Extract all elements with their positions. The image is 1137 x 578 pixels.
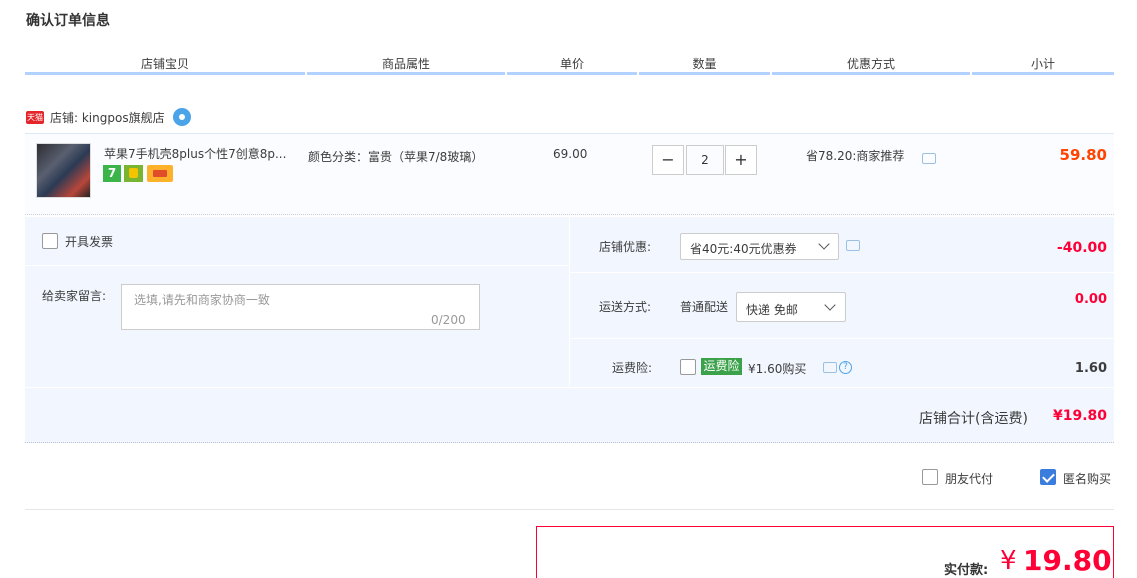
friend-pay-label[interactable]: 朋友代付	[945, 470, 993, 487]
shop-coupon-value: 省40元:40元优惠券	[690, 242, 797, 256]
shop-total-label: 店铺合计(含运费)	[919, 411, 1028, 427]
header-underline	[507, 72, 637, 75]
invoice-label[interactable]: 开具发票	[65, 233, 113, 250]
divider	[569, 338, 1114, 339]
anonymous-purchase-label[interactable]: 匿名购买	[1063, 470, 1111, 487]
divider	[569, 272, 1114, 273]
header-underline	[972, 72, 1114, 75]
credit-card-icon	[147, 165, 173, 182]
shipping-insurance-checkbox[interactable]	[680, 359, 696, 375]
divider	[25, 509, 1114, 510]
seller-note-counter: 0/200	[431, 313, 466, 327]
shipping-insurance-amount: 1.60	[1074, 361, 1107, 376]
unit-price: 69.00	[553, 147, 588, 161]
shipping-insurance-price: ¥1.60购买	[748, 362, 807, 376]
message-icon[interactable]	[823, 362, 837, 373]
quantity-input[interactable]: 2	[686, 145, 724, 175]
product-attribute: 颜色分类：富贵（苹果7/8玻璃）	[308, 150, 484, 164]
page-title: 确认订单信息	[26, 13, 110, 29]
shop-coupon-select[interactable]: 省40元:40元优惠券	[680, 233, 839, 260]
payment-label: 实付款:	[944, 563, 989, 578]
product-thumbnail[interactable]	[36, 143, 91, 198]
shipping-label: 运送方式:	[599, 300, 652, 314]
shop-total-amount: ¥19.80	[1052, 408, 1107, 424]
seven-day-return-icon: 7	[103, 165, 121, 182]
header-underline	[772, 72, 970, 75]
payment-amount: 19.80	[1023, 544, 1112, 577]
shop-row: 天猫 店铺: kingpos旗舰店	[26, 107, 191, 127]
message-icon[interactable]	[922, 153, 936, 164]
item-subtotal: 59.80	[1059, 146, 1107, 164]
seller-note-placeholder: 选填,请先和商家协商一致	[134, 293, 270, 307]
divider	[569, 217, 570, 387]
chat-icon[interactable]	[172, 108, 191, 126]
shipping-amount: 0.00	[1074, 292, 1107, 307]
divider	[25, 387, 1114, 388]
shop-coupon-label: 店铺优惠:	[599, 240, 652, 254]
message-icon[interactable]	[846, 240, 860, 251]
shipping-insurance-label: 运费险:	[612, 361, 653, 375]
anonymous-purchase-checkbox[interactable]	[1040, 469, 1056, 485]
discount-info: 省78.20:商家推荐	[806, 149, 905, 163]
seller-note-label: 给卖家留言:	[42, 289, 107, 303]
chevron-down-icon	[818, 238, 830, 250]
currency-symbol: ¥	[1000, 546, 1017, 576]
shipping-select[interactable]: 快递 免邮	[736, 292, 846, 322]
header-underline	[25, 72, 305, 75]
friend-pay-checkbox[interactable]	[922, 469, 938, 485]
shipping-insurance-tag: 运费险	[701, 358, 742, 375]
shipping-value: 快递 免邮	[746, 303, 798, 317]
divider	[25, 265, 569, 266]
guarantee-icon	[124, 165, 143, 182]
header-underline	[639, 72, 770, 75]
quantity-decrease-button[interactable]: −	[652, 145, 684, 175]
help-icon[interactable]: ?	[839, 361, 852, 374]
chevron-down-icon	[824, 299, 836, 311]
shipping-type: 普通配送	[680, 300, 729, 314]
header-underline	[307, 72, 505, 75]
shop-name-link[interactable]: 店铺: kingpos旗舰店	[50, 109, 165, 126]
quantity-increase-button[interactable]: +	[725, 145, 757, 175]
tmall-badge-icon: 天猫	[26, 110, 44, 124]
invoice-checkbox[interactable]	[42, 233, 58, 249]
product-title-link[interactable]: 苹果7手机壳8plus个性7创意8p...	[104, 145, 304, 162]
coupon-amount: -40.00	[1056, 240, 1107, 256]
